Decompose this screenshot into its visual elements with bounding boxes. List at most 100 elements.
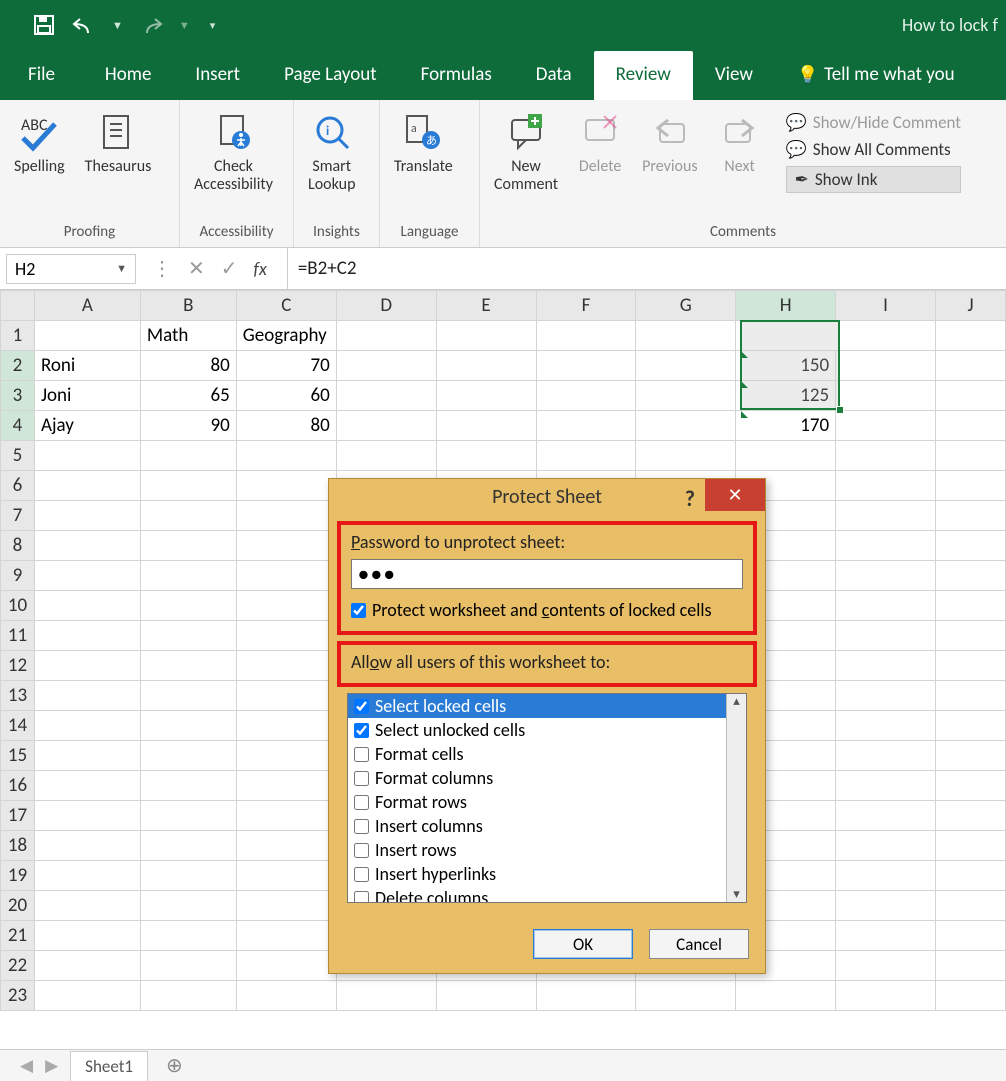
cell[interactable] — [935, 651, 1005, 681]
cell[interactable] — [140, 921, 236, 951]
row-header[interactable]: 6 — [1, 471, 35, 501]
sheet-tab[interactable]: Sheet1 — [70, 1051, 148, 1081]
cell[interactable] — [34, 801, 140, 831]
cell[interactable] — [140, 831, 236, 861]
cell[interactable] — [836, 981, 936, 1011]
row-header[interactable]: 14 — [1, 711, 35, 741]
permissions-scrollbar[interactable]: ▴▾ — [726, 694, 746, 902]
cell[interactable] — [935, 621, 1005, 651]
cell[interactable] — [836, 531, 936, 561]
sheet-nav[interactable]: ◀▶ — [20, 1055, 58, 1076]
cell[interactable] — [836, 831, 936, 861]
cell[interactable]: 65 — [140, 381, 236, 411]
cell[interactable] — [836, 381, 936, 411]
row-header[interactable]: 17 — [1, 801, 35, 831]
show-ink-button[interactable]: ✒ Show Ink — [786, 166, 961, 193]
save-icon[interactable] — [32, 13, 56, 37]
cell[interactable] — [34, 681, 140, 711]
show-all-comments-button[interactable]: 💬 Show All Comments — [786, 139, 961, 160]
cell[interactable] — [34, 651, 140, 681]
cell[interactable] — [836, 951, 936, 981]
worksheet-grid[interactable]: A B C D E F G H I J 1MathGeographyTotal2… — [0, 290, 1006, 1081]
tab-home[interactable]: Home — [83, 51, 174, 100]
dialog-close-button[interactable]: ✕ — [705, 479, 765, 511]
cell[interactable] — [836, 771, 936, 801]
cell[interactable] — [836, 471, 936, 501]
cell[interactable] — [140, 891, 236, 921]
col-header[interactable]: G — [636, 291, 736, 321]
permission-item[interactable]: Format columns — [348, 766, 746, 790]
tab-formulas[interactable]: Formulas — [399, 51, 514, 100]
cell[interactable]: Joni — [34, 381, 140, 411]
cell[interactable] — [636, 321, 736, 351]
accept-formula-icon[interactable]: ✓ — [221, 256, 238, 281]
cell[interactable] — [436, 981, 536, 1011]
cell[interactable] — [140, 531, 236, 561]
cell[interactable]: Total — [736, 321, 836, 351]
cell[interactable] — [140, 801, 236, 831]
cell[interactable] — [736, 981, 836, 1011]
cell[interactable] — [935, 771, 1005, 801]
row-header[interactable]: 10 — [1, 591, 35, 621]
permission-item[interactable]: Format rows — [348, 790, 746, 814]
cell[interactable] — [34, 951, 140, 981]
cell[interactable] — [34, 591, 140, 621]
cell[interactable] — [140, 771, 236, 801]
cell[interactable]: 170 — [736, 411, 836, 441]
cell[interactable]: 80 — [140, 351, 236, 381]
cell[interactable] — [34, 741, 140, 771]
password-input[interactable] — [351, 559, 743, 589]
cell[interactable] — [536, 321, 636, 351]
cell[interactable] — [34, 531, 140, 561]
col-header[interactable]: J — [935, 291, 1005, 321]
permission-item[interactable]: Insert columns — [348, 814, 746, 838]
cell[interactable] — [140, 591, 236, 621]
cell[interactable]: Geography — [236, 321, 336, 351]
cell[interactable] — [935, 951, 1005, 981]
cell[interactable] — [836, 801, 936, 831]
scroll-down-icon[interactable]: ▾ — [733, 887, 740, 902]
cell[interactable]: Ajay — [34, 411, 140, 441]
permissions-list[interactable]: Select locked cellsSelect unlocked cells… — [347, 693, 747, 903]
cell[interactable] — [935, 531, 1005, 561]
cell[interactable] — [236, 861, 336, 891]
row-header[interactable]: 12 — [1, 651, 35, 681]
permission-item[interactable]: Insert hyperlinks — [348, 862, 746, 886]
cell[interactable] — [34, 981, 140, 1011]
col-header[interactable]: B — [140, 291, 236, 321]
cell[interactable] — [236, 441, 336, 471]
cell[interactable] — [836, 861, 936, 891]
row-header[interactable]: 21 — [1, 921, 35, 951]
cell[interactable] — [34, 321, 140, 351]
tell-me[interactable]: 💡 Tell me what you — [775, 51, 963, 100]
cell[interactable] — [236, 741, 336, 771]
cell[interactable] — [236, 771, 336, 801]
cell[interactable] — [935, 561, 1005, 591]
cell[interactable] — [34, 561, 140, 591]
row-header[interactable]: 9 — [1, 561, 35, 591]
cell[interactable]: 60 — [236, 381, 336, 411]
cell[interactable] — [336, 441, 436, 471]
permission-item[interactable]: Select unlocked cells — [348, 718, 746, 742]
tab-data[interactable]: Data — [514, 51, 594, 100]
cell[interactable] — [34, 831, 140, 861]
cell[interactable] — [236, 951, 336, 981]
cell[interactable] — [236, 981, 336, 1011]
cell[interactable] — [436, 411, 536, 441]
smart-lookup-button[interactable]: i Smart Lookup — [302, 106, 361, 197]
thesaurus-button[interactable]: Thesaurus — [79, 106, 158, 180]
cell[interactable] — [935, 591, 1005, 621]
cell[interactable] — [140, 441, 236, 471]
cell[interactable] — [536, 351, 636, 381]
cell[interactable] — [935, 351, 1005, 381]
row-header[interactable]: 19 — [1, 861, 35, 891]
cell[interactable] — [140, 501, 236, 531]
select-all-cell[interactable] — [1, 291, 35, 321]
cell[interactable] — [836, 321, 936, 351]
cell[interactable]: 125 — [736, 381, 836, 411]
sheet-prev-icon[interactable]: ◀ — [20, 1055, 33, 1076]
col-header[interactable]: A — [34, 291, 140, 321]
cell[interactable] — [935, 441, 1005, 471]
cell[interactable] — [935, 411, 1005, 441]
translate-button[interactable]: aあ Translate — [388, 106, 459, 180]
